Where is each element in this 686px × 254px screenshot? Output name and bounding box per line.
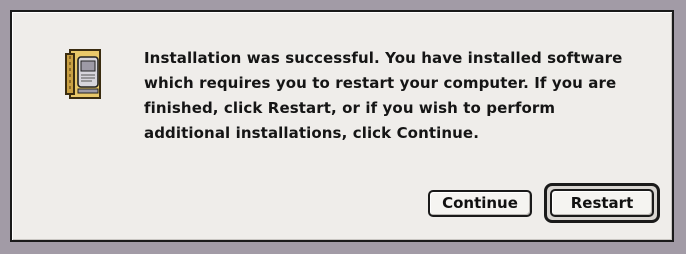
alert-dialog: Installation was successful. You have in…: [10, 10, 674, 242]
restart-button[interactable]: Restart: [550, 189, 654, 217]
installer-icon: [64, 48, 106, 100]
continue-button[interactable]: Continue: [428, 190, 532, 217]
alert-message: Installation was successful. You have in…: [144, 49, 623, 142]
default-button-ring: Restart: [544, 183, 660, 223]
